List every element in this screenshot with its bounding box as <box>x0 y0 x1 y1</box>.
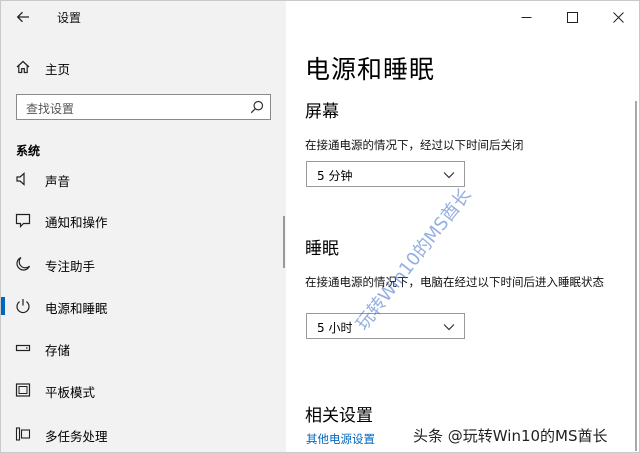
sidebar-item-multitasking[interactable]: 多任务处理 <box>1 419 286 449</box>
speaker-icon <box>16 172 25 186</box>
sidebar-item-label: 专注助手 <box>45 259 96 274</box>
screen-heading: 屏幕 <box>305 102 339 122</box>
maximize-icon <box>566 11 578 23</box>
minimize-icon <box>521 16 531 18</box>
nav-home-label: 主页 <box>45 62 71 77</box>
power-icon <box>16 299 30 314</box>
sleep-timeout-dropdown[interactable]: 5 小时 <box>306 313 465 339</box>
section-heading: 系统 <box>16 144 41 158</box>
moon-icon <box>16 256 31 271</box>
sidebar: 设置 主页 查找设置 系统 声音 通知和操作 专注助手 电源和睡眠 存储 平板模… <box>1 1 286 452</box>
nav-home[interactable]: 主页 <box>1 54 286 80</box>
watermark-bottom: 头条 @玩转Win10的MS酋长 <box>413 427 608 445</box>
screen-timeout-dropdown[interactable]: 5 分钟 <box>306 161 465 187</box>
sidebar-item-label: 多任务处理 <box>45 429 108 444</box>
sidebar-item-tablet-mode[interactable]: 平板模式 <box>1 375 286 405</box>
search-input[interactable]: 查找设置 <box>16 94 271 120</box>
sleep-timeout-value: 5 小时 <box>317 321 353 335</box>
main-content: 电源和睡眠 屏幕 在接通电源的情况下，经过以下时间后关闭 5 分钟 睡眠 在接通… <box>286 1 639 452</box>
sidebar-item-label: 声音 <box>45 174 71 189</box>
app-title: 设置 <box>57 11 82 25</box>
page-title: 电源和睡眠 <box>305 55 436 84</box>
sidebar-item-label: 平板模式 <box>45 385 96 400</box>
search-icon <box>250 100 264 114</box>
screen-timeout-value: 5 分钟 <box>317 169 353 183</box>
minimize-button[interactable] <box>503 1 549 33</box>
storage-icon <box>15 344 31 352</box>
back-arrow-icon <box>16 11 29 23</box>
window-controls <box>503 1 639 33</box>
nav-list: 声音 通知和操作 专注助手 电源和睡眠 存储 平板模式 多任务处理 <box>1 161 286 452</box>
back-button[interactable] <box>12 7 34 27</box>
chevron-down-icon <box>443 324 455 331</box>
titlebar: 设置 <box>1 1 286 33</box>
home-icon <box>16 60 30 74</box>
related-settings-heading: 相关设置 <box>305 406 373 426</box>
selected-indicator <box>1 297 5 315</box>
settings-window: 设置 主页 查找设置 系统 声音 通知和操作 专注助手 电源和睡眠 存储 平板模… <box>0 0 640 453</box>
sidebar-item-focus-assist[interactable]: 专注助手 <box>1 249 286 279</box>
sidebar-item-label: 通知和操作 <box>45 215 108 230</box>
sleep-heading: 睡眠 <box>305 239 339 259</box>
screen-description: 在接通电源的情况下，经过以下时间后关闭 <box>305 138 524 152</box>
sidebar-item-sound[interactable]: 声音 <box>1 164 286 194</box>
sidebar-item-notifications[interactable]: 通知和操作 <box>1 205 286 235</box>
sidebar-item-label: 存储 <box>45 343 71 358</box>
chevron-down-icon <box>443 172 455 179</box>
main-scrollbar[interactable] <box>635 101 637 451</box>
notification-icon <box>15 213 31 228</box>
sidebar-item-power-sleep[interactable]: 电源和睡眠 <box>1 291 286 321</box>
multitask-icon <box>15 427 31 441</box>
search-placeholder: 查找设置 <box>26 102 75 116</box>
tablet-icon <box>15 383 31 397</box>
sidebar-item-storage[interactable]: 存储 <box>1 333 286 363</box>
close-icon <box>612 11 624 23</box>
close-button[interactable] <box>595 1 639 33</box>
sidebar-scrollbar[interactable] <box>283 216 285 268</box>
additional-power-settings-link[interactable]: 其他电源设置 <box>306 431 375 447</box>
sidebar-item-label: 电源和睡眠 <box>45 301 108 316</box>
maximize-button[interactable] <box>549 1 595 33</box>
sleep-description: 在接通电源的情况下，电脑在经过以下时间后进入睡眠状态 <box>305 275 604 289</box>
